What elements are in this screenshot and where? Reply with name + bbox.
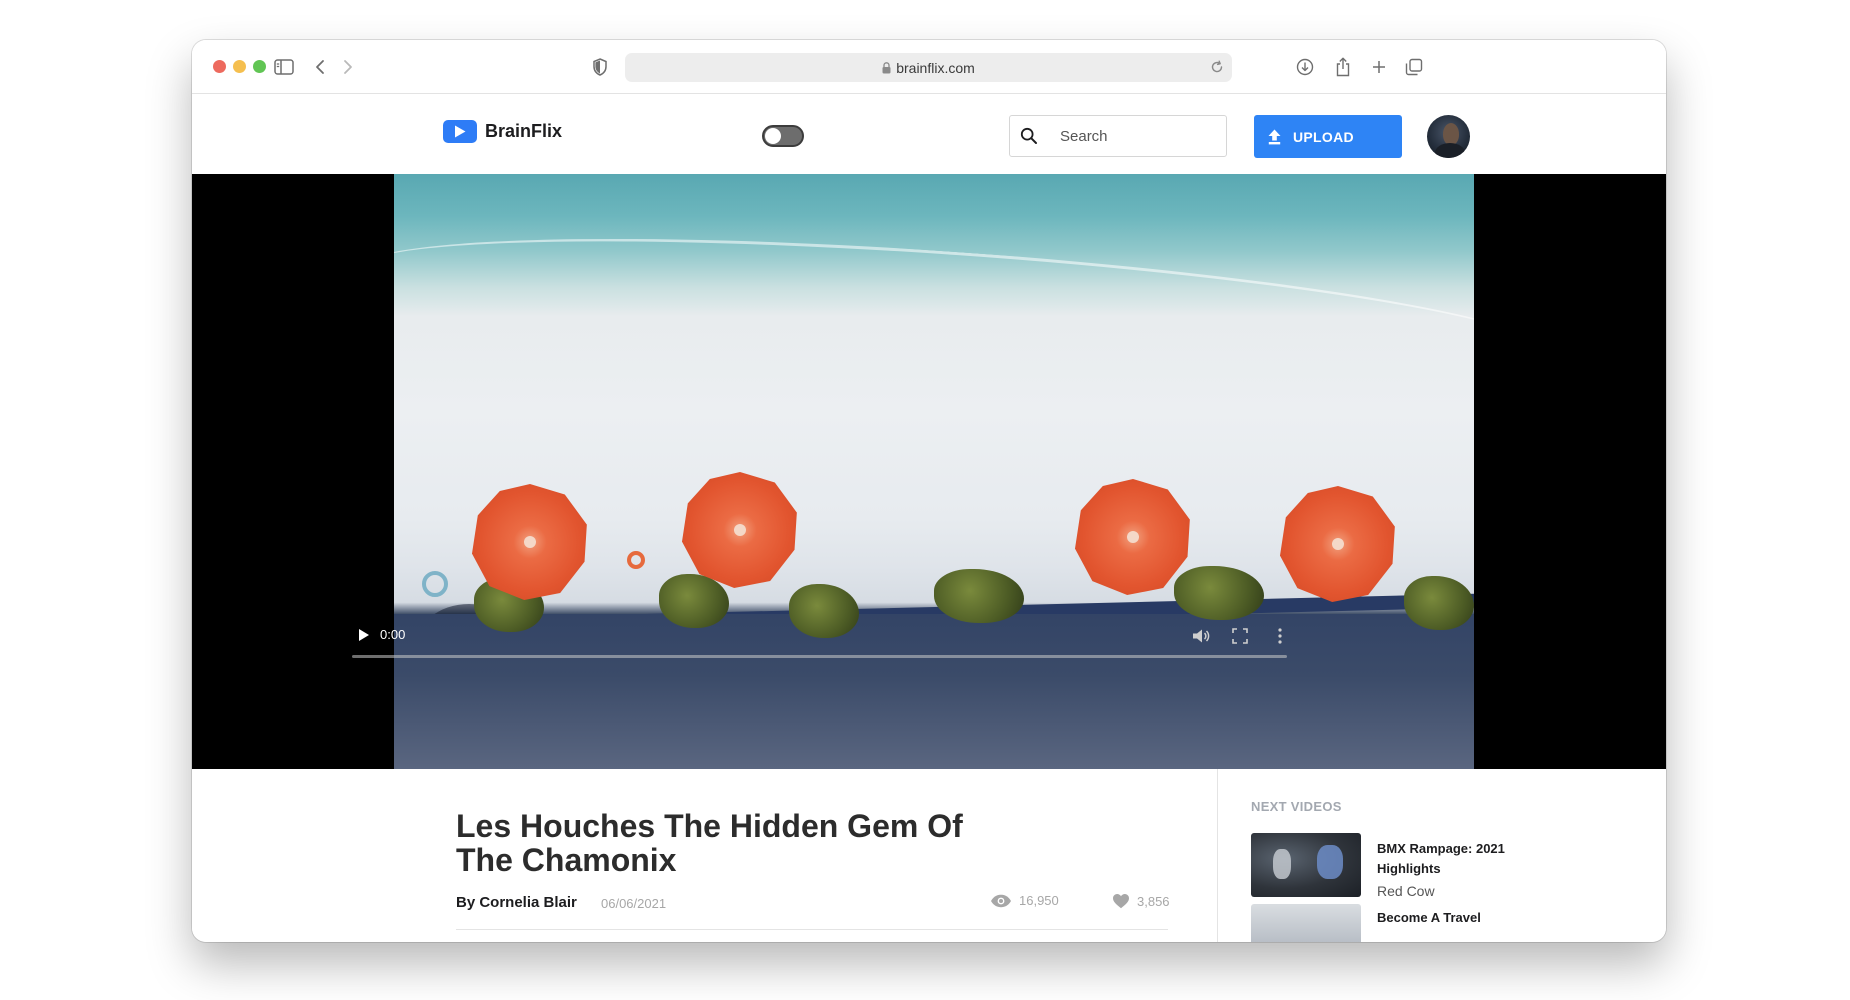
user-avatar[interactable] [1427,115,1470,158]
upload-button[interactable]: UPLOAD [1254,115,1402,158]
likes-count: 3,856 [1137,893,1170,909]
current-time: 0:00 [380,627,406,642]
search-input[interactable] [1060,116,1220,156]
new-tab-plus-icon[interactable] [1372,56,1386,78]
play-logo-icon [443,120,477,143]
tab-overview-icon[interactable] [1405,56,1423,78]
forward-chevron-icon[interactable] [342,56,354,78]
upload-arrow-icon [1268,129,1281,145]
avatar-body [1435,143,1465,158]
video-frame-umbrella [472,484,587,600]
avatar-face [1443,123,1459,145]
address-url: brainflix.com [896,59,975,76]
fullscreen-icon[interactable] [1232,628,1248,649]
next-video-item[interactable]: Become A Travel [1251,904,1531,942]
heart-icon [1113,894,1129,909]
eye-icon [991,894,1011,907]
video-frame-palm [1404,576,1474,630]
next-videos-heading: NEXT VIDEOS [1251,799,1342,814]
lock-icon [882,61,891,74]
video-date: 06/06/2021 [601,896,667,911]
likes-stat[interactable]: 3,856 [1112,893,1170,909]
theme-toggle-switch[interactable] [762,125,804,147]
sidebar-toggle-icon[interactable] [274,56,294,78]
video-title: Les Houches The Hidden Gem Of The Chamon… [456,808,963,878]
next-video-channel: Red Cow [1377,883,1435,899]
next-video-item[interactable]: BMX Rampage: 2021 Highlights Red Cow [1251,833,1531,899]
views-stat: 16,950 [990,893,1059,908]
content-divider [456,929,1168,930]
site-header: BrainFlix UPLOAD [192,94,1666,174]
next-video-title[interactable]: BMX Rampage: 2021 Highlights [1377,839,1507,879]
browser-window: brainflix.com BrainFlix Search UPLOAD 0:… [192,40,1666,942]
video-controls: 0:00 [352,624,1292,664]
upload-button-label: UPLOAD [1293,128,1354,145]
next-video-thumbnail[interactable] [1251,833,1361,897]
next-video-thumbnail[interactable] [1251,904,1361,942]
brand-name: BrainFlix [485,121,563,141]
back-chevron-icon[interactable] [314,56,326,78]
address-bar[interactable]: brainflix.com [625,53,1232,82]
more-options-icon[interactable] [1277,627,1283,650]
browser-toolbar: brainflix.com [192,40,1666,94]
privacy-shield-icon[interactable] [592,56,608,78]
toggle-knob [765,128,781,144]
zoom-window-button[interactable] [253,60,266,73]
video-frame-lifebuoy [627,551,645,569]
video-frame-umbrella [1075,479,1190,595]
views-count: 16,950 [1019,893,1059,908]
video-frame-umbrella [682,472,797,588]
video-frame-ring [422,571,448,597]
share-icon[interactable] [1335,56,1351,78]
reload-icon[interactable] [1210,60,1224,77]
video-frame-palm [659,574,729,628]
search-icon [1020,127,1038,150]
video-player[interactable] [394,174,1474,769]
close-window-button[interactable] [213,60,226,73]
video-frame-umbrella [1280,486,1395,602]
search-box [1009,115,1227,157]
video-stage: 0:00 [192,174,1666,769]
brand-logo[interactable]: BrainFlix [443,120,562,143]
play-icon[interactable] [358,628,370,647]
video-frame-palm [1174,566,1264,620]
minimize-window-button[interactable] [233,60,246,73]
video-frame-foam [394,210,1474,414]
downloads-icon[interactable] [1296,56,1314,78]
volume-icon[interactable] [1192,628,1210,649]
video-frame-palm [934,569,1024,623]
column-divider [1217,769,1218,942]
video-details: Les Houches The Hidden Gem Of The Chamon… [192,769,1666,942]
next-video-title[interactable]: Become A Travel [1377,908,1507,928]
progress-bar[interactable] [352,655,1287,658]
video-author: By Cornelia Blair [456,894,577,911]
